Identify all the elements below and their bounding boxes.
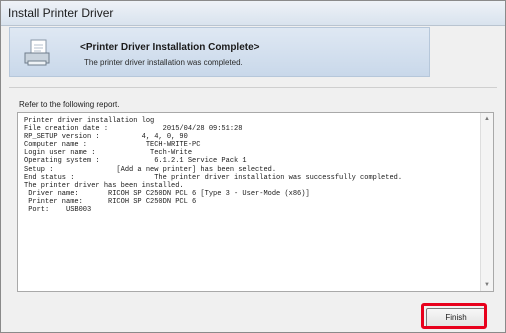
report-scrollbar[interactable]: ▲ ▼ — [480, 113, 493, 291]
log-line: Login user name : Tech-Write — [24, 149, 193, 158]
log-line: The printer driver has been installed. — [24, 181, 184, 190]
dialog-content: <Printer Driver Installation Complete> T… — [9, 27, 497, 329]
log-line: End status : The printer driver installa… — [24, 173, 403, 182]
window-title: Install Printer Driver — [8, 6, 114, 20]
log-line: Driver name: RICOH SP C250DN PCL 6 [Type… — [24, 189, 310, 198]
report-intro-label: Refer to the following report. — [19, 100, 120, 109]
finish-button[interactable]: Finish — [426, 308, 486, 328]
log-line: RP_SETUP version : 4, 4, 0, 90 — [24, 133, 188, 142]
log-line: Port: USB003 — [24, 206, 92, 215]
header-banner: <Printer Driver Installation Complete> T… — [9, 27, 430, 77]
log-line: File creation date : 2015/04/28 09:51:28 — [24, 125, 243, 134]
log-line: Printer driver installation log — [24, 117, 155, 125]
installer-window: Install Printer Driver <Printer Driver I… — [0, 0, 506, 333]
log-line: Setup : [Add a new printer] has been sel… — [24, 165, 277, 174]
scroll-up-arrow-icon[interactable]: ▲ — [481, 113, 493, 125]
separator — [9, 87, 497, 88]
header-subtitle: The printer driver installation was comp… — [84, 58, 243, 67]
log-line: Operating system : 6.1.2.1 Service Pack … — [24, 157, 247, 166]
scroll-down-arrow-icon[interactable]: ▼ — [481, 279, 493, 291]
title-bar[interactable]: Install Printer Driver — [1, 1, 505, 26]
footer: Finish — [9, 297, 497, 329]
report-textbox[interactable]: Printer driver installation log File cre… — [17, 112, 494, 292]
report-log: Printer driver installation log File cre… — [24, 117, 476, 287]
log-line: Printer name: RICOH SP C250DN PCL 6 — [24, 197, 197, 206]
header-title: <Printer Driver Installation Complete> — [80, 42, 260, 53]
printer-document-icon — [24, 39, 50, 66]
log-line: Computer name : TECH-WRITE-PC — [24, 141, 201, 150]
